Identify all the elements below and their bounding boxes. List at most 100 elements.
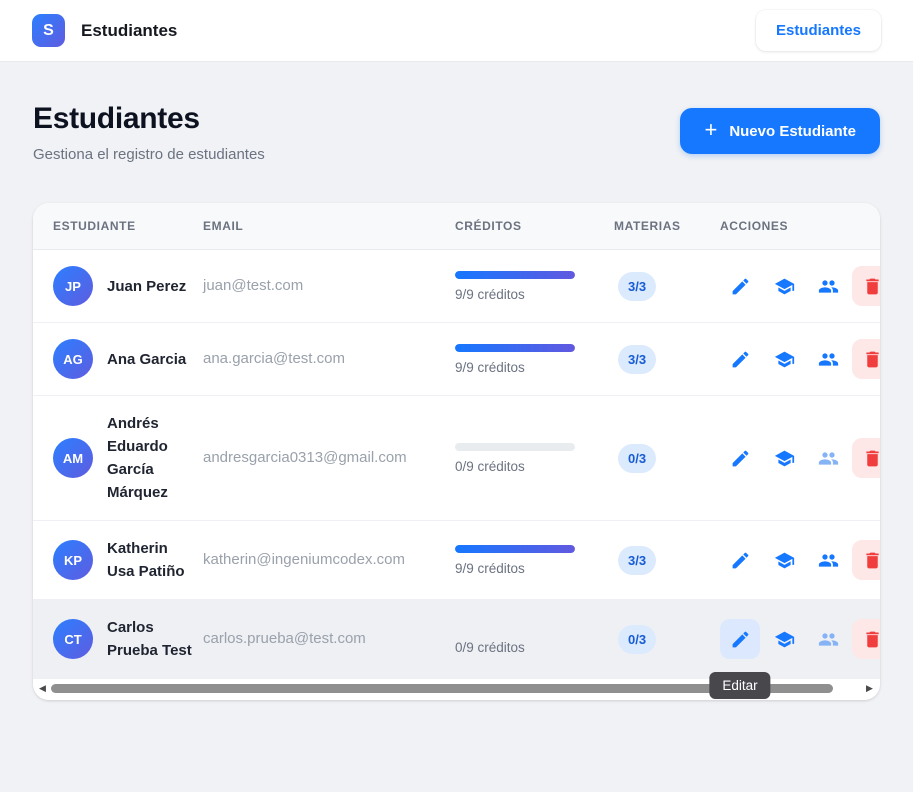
delete-button[interactable] <box>852 266 880 306</box>
credits-cell: 0/9 créditos <box>455 442 614 474</box>
materias-cell: 0/3 <box>614 443 720 473</box>
people-icon <box>818 451 838 465</box>
edit-button[interactable] <box>720 540 760 580</box>
actions-cell <box>720 339 880 379</box>
people-icon <box>818 352 838 366</box>
subjects-button[interactable] <box>764 266 804 306</box>
credits-cell: 9/9 créditos <box>455 343 614 375</box>
graduation-cap-icon <box>774 278 794 294</box>
student-email: katherin@ingeniumcodex.com <box>203 551 405 568</box>
trash-icon <box>865 552 879 568</box>
avatar-initials: AM <box>62 450 84 466</box>
edit-button[interactable] <box>720 438 760 478</box>
student-cell: AM Andrés Eduardo García Márquez <box>33 412 203 504</box>
graduation-cap-icon <box>774 450 794 466</box>
trash-icon <box>865 278 879 294</box>
scroll-right-arrow-icon[interactable]: ▶ <box>866 682 873 695</box>
app-logo: S <box>32 14 65 47</box>
group-button[interactable] <box>808 540 848 580</box>
student-email: carlos.prueba@test.com <box>203 630 366 647</box>
group-button[interactable] <box>808 266 848 306</box>
student-name: Ana Garcia <box>107 350 187 368</box>
page-header: Estudiantes Gestiona el registro de estu… <box>33 102 880 163</box>
student-email: andresgarcia0313@gmail.com <box>203 449 407 466</box>
credits-cell: 0/9 créditos <box>455 624 614 655</box>
pencil-icon <box>732 351 748 367</box>
email-cell: juan@test.com <box>203 277 455 295</box>
brand: S Estudiantes <box>32 14 177 47</box>
page-header-text: Estudiantes Gestiona el registro de estu… <box>33 102 265 163</box>
email-cell: ana.garcia@test.com <box>203 350 455 368</box>
subjects-button[interactable] <box>764 540 804 580</box>
edit-button[interactable]: Editar <box>709 619 771 699</box>
delete-button[interactable] <box>852 619 880 659</box>
delete-button[interactable] <box>852 438 880 478</box>
people-icon <box>818 279 838 293</box>
new-student-button-label: Nuevo Estudiante <box>729 122 856 140</box>
students-table-card: Estudiante Email Créditos Materias Accio… <box>33 203 880 700</box>
actions-cell <box>720 540 880 580</box>
new-student-button[interactable]: + Nuevo Estudiante <box>680 108 880 154</box>
student-name: Juan Perez <box>107 277 187 295</box>
student-table-row: AG Ana Garcia ana.garcia@test.com 9/9 cr… <box>33 323 880 396</box>
column-header-email: Email <box>203 219 244 233</box>
actions-cell <box>720 438 880 478</box>
student-name: Carlos Prueba Test <box>107 619 192 659</box>
credits-label: 0/9 créditos <box>455 458 525 474</box>
people-icon <box>818 553 838 567</box>
student-email: ana.garcia@test.com <box>203 350 345 367</box>
group-button[interactable] <box>808 339 848 379</box>
people-icon <box>818 632 838 646</box>
delete-button[interactable] <box>852 339 880 379</box>
materias-badge: 3/3 <box>618 271 657 301</box>
edit-button[interactable] <box>720 266 760 306</box>
credits-label: 0/9 créditos <box>455 639 525 655</box>
credits-progress-bar <box>455 442 575 451</box>
topbar: S Estudiantes Estudiantes <box>0 0 913 62</box>
credits-cell: 9/9 créditos <box>455 544 614 576</box>
materias-cell: 0/3 <box>614 624 720 654</box>
pencil-icon <box>732 278 748 294</box>
email-cell: katherin@ingeniumcodex.com <box>203 551 455 569</box>
group-button[interactable] <box>808 438 848 478</box>
edit-button[interactable] <box>720 339 760 379</box>
student-cell: JP Juan Perez <box>33 266 203 306</box>
scroll-left-arrow-icon[interactable]: ◀ <box>39 682 46 695</box>
avatar-initials: AG <box>63 351 83 367</box>
actions-cell <box>720 266 880 306</box>
avatar: JP <box>53 266 93 306</box>
credits-progress-fill <box>455 544 575 553</box>
group-button[interactable] <box>808 619 848 659</box>
materias-cell: 3/3 <box>614 344 720 374</box>
materias-badge: 0/3 <box>618 624 657 654</box>
credits-label: 9/9 créditos <box>455 560 525 576</box>
avatar-initials: KP <box>63 552 83 568</box>
student-name: Katherin Usa Patiño <box>107 540 185 580</box>
materias-cell: 3/3 <box>614 271 720 301</box>
nav-estudiantes-button[interactable]: Estudiantes <box>755 10 881 51</box>
app-logo-letter: S <box>43 21 54 39</box>
student-table-row: CT Carlos Prueba Test carlos.prueba@test… <box>33 600 880 699</box>
main-content: Estudiantes Gestiona el registro de estu… <box>0 102 913 700</box>
edit-tooltip: Editar <box>709 672 771 699</box>
trash-icon <box>865 631 879 647</box>
materias-badge: 0/3 <box>618 443 657 473</box>
subjects-button[interactable] <box>764 438 804 478</box>
subjects-button[interactable] <box>764 619 804 659</box>
avatar: CT <box>53 619 93 659</box>
subjects-button[interactable] <box>764 339 804 379</box>
table-body: JP Juan Perez juan@test.com 9/9 créditos… <box>33 250 880 699</box>
pencil-icon <box>732 450 748 466</box>
page-subtitle: Gestiona el registro de estudiantes <box>33 146 265 163</box>
email-cell: andresgarcia0313@gmail.com <box>203 449 455 467</box>
plus-icon: + <box>704 117 718 142</box>
credits-progress-bar <box>455 343 575 352</box>
page-title: Estudiantes <box>33 102 200 135</box>
credits-progress-fill <box>455 343 575 352</box>
trash-icon <box>865 450 879 466</box>
actions-cell: Editar <box>709 619 880 699</box>
delete-button[interactable] <box>852 540 880 580</box>
column-header-creditos: Créditos <box>455 219 522 233</box>
graduation-cap-icon <box>774 552 794 568</box>
credits-label: 9/9 créditos <box>455 286 525 302</box>
